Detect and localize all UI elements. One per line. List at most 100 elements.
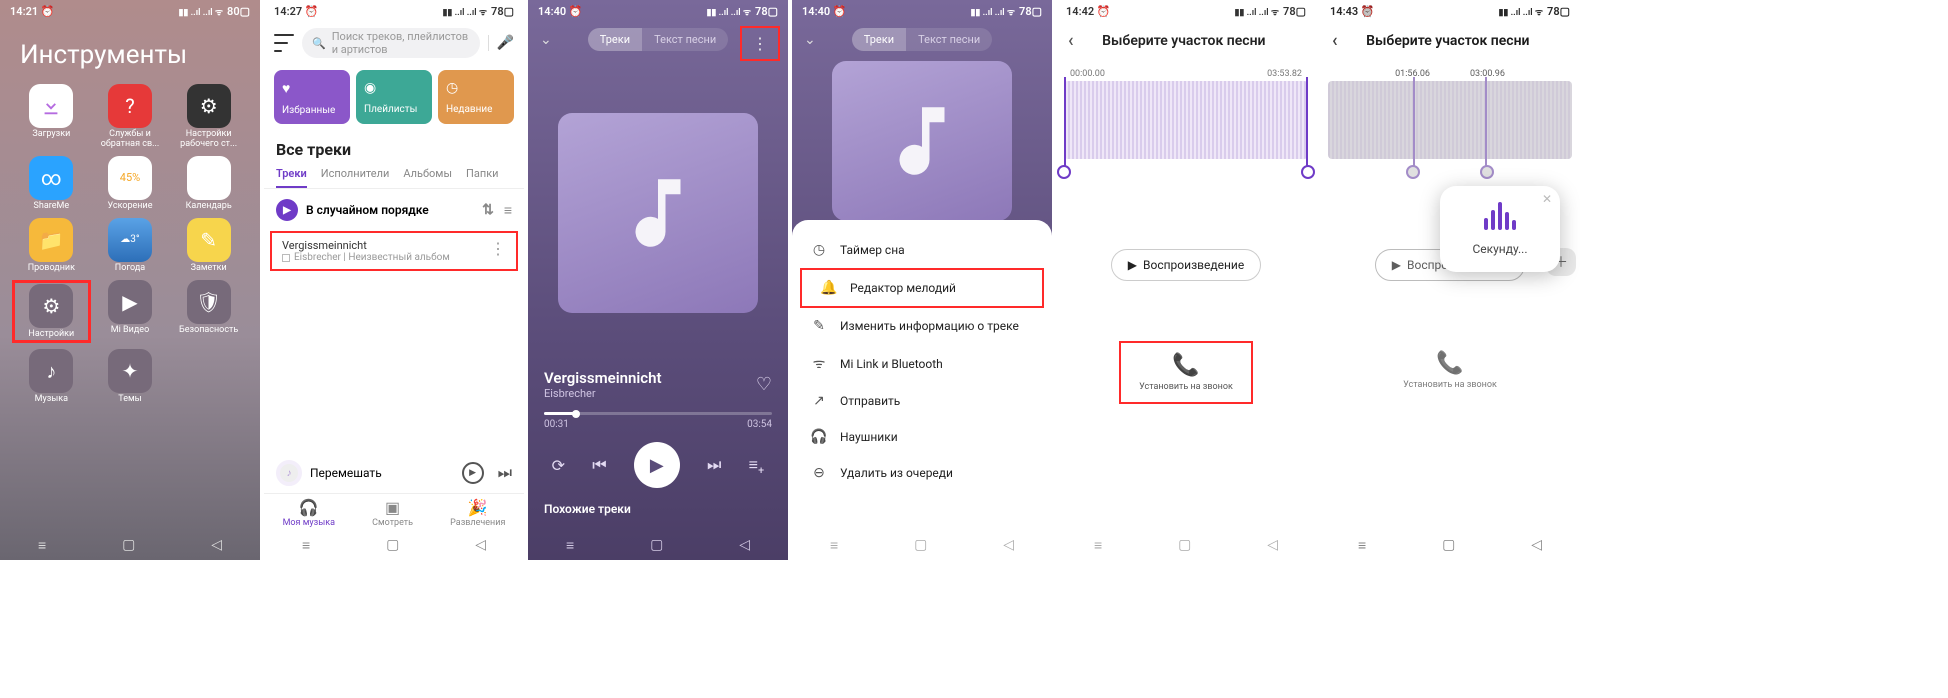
- app-themes[interactable]: ✦Темы: [91, 349, 170, 405]
- shuffle-row[interactable]: ▶ В случайном порядке ⇅≡: [264, 189, 524, 231]
- trim-handle-right[interactable]: [1485, 77, 1487, 175]
- recents-icon[interactable]: ≡: [1094, 537, 1102, 554]
- android-navbar[interactable]: ≡ ▢ ◁: [528, 530, 788, 560]
- list-icon[interactable]: ≡: [504, 202, 512, 219]
- menu-headphones[interactable]: 🎧Наушники: [792, 419, 1052, 455]
- trim-handle-left[interactable]: [1413, 77, 1415, 175]
- play-button[interactable]: ▶: [462, 462, 484, 484]
- play-button[interactable]: ▶: [634, 442, 680, 488]
- tab-artists[interactable]: Исполнители: [321, 167, 390, 188]
- tab-tracks[interactable]: Треки: [852, 28, 906, 51]
- recents-icon[interactable]: ≡: [302, 537, 310, 554]
- nav-fun[interactable]: 🎉Развлечения: [450, 498, 505, 528]
- android-navbar[interactable]: ≡ ▢ ◁: [1056, 530, 1316, 560]
- back-icon[interactable]: ‹: [1068, 30, 1074, 51]
- next-icon[interactable]: ⏭: [498, 463, 512, 483]
- home-icon[interactable]: ▢: [1178, 537, 1191, 553]
- android-navbar[interactable]: ≡ ▢ ◁: [792, 530, 1052, 560]
- app-notes[interactable]: ✎Заметки: [169, 218, 248, 274]
- trim-knob-right[interactable]: [1480, 165, 1494, 179]
- tab-lyrics[interactable]: Текст песни: [642, 28, 728, 51]
- app-mivideo[interactable]: ▶Mi Видео: [91, 280, 170, 344]
- trim-end: 03:53.82: [1267, 69, 1302, 79]
- menu-edit-info[interactable]: ✎Изменить информацию о треке: [792, 308, 1052, 344]
- filter-icon[interactable]: [274, 34, 294, 52]
- tab-folders[interactable]: Папки: [466, 167, 498, 188]
- play-button[interactable]: ▶Воспроизведение: [1111, 249, 1261, 281]
- recents-icon[interactable]: ≡: [1358, 537, 1366, 554]
- back-icon[interactable]: ‹: [1332, 30, 1338, 51]
- app-wallpaper-settings[interactable]: ⚙Настройки рабочего ст...: [169, 84, 248, 150]
- trim-knob-left[interactable]: [1057, 165, 1071, 179]
- trim-handle-left[interactable]: [1064, 77, 1066, 175]
- back-icon[interactable]: ◁: [739, 537, 750, 553]
- tab-tracks[interactable]: Треки: [276, 167, 307, 188]
- menu-remove-queue[interactable]: ⊖Удалить из очереди: [792, 455, 1052, 491]
- home-icon[interactable]: ▢: [650, 537, 663, 553]
- track-row[interactable]: ⋮ Vergissmeinnicht Eisbrecher | Неизвест…: [270, 231, 518, 271]
- more-icon[interactable]: ⋮: [490, 239, 506, 258]
- heart-icon[interactable]: ♡: [756, 374, 772, 395]
- android-navbar[interactable]: ≡ ▢ ◁: [0, 530, 260, 560]
- set-ringtone-button[interactable]: 📞 Установить на звонок: [1119, 341, 1253, 404]
- home-icon[interactable]: ▢: [386, 537, 399, 553]
- recents-icon[interactable]: ≡: [38, 537, 46, 554]
- back-icon[interactable]: ◁: [211, 537, 222, 553]
- android-navbar[interactable]: ≡ ▢ ◁: [264, 530, 524, 560]
- search-input[interactable]: 🔍Поиск треков, плейлистов и артистов: [302, 28, 480, 58]
- tab-tracks[interactable]: Треки: [588, 28, 642, 51]
- tab-lyrics[interactable]: Текст песни: [906, 28, 992, 51]
- waveform[interactable]: [1064, 81, 1308, 159]
- prev-icon[interactable]: ⏮: [592, 455, 606, 475]
- app-settings[interactable]: ⚙Настройки: [12, 280, 91, 344]
- trim-knob-left[interactable]: [1406, 165, 1420, 179]
- set-ringtone-button[interactable]: 📞 Установить на звонок: [1385, 341, 1515, 400]
- recents-icon[interactable]: ≡: [566, 537, 574, 554]
- trim-knob-right[interactable]: [1301, 165, 1315, 179]
- app-files[interactable]: 📁Проводник: [12, 218, 91, 274]
- home-icon[interactable]: ▢: [122, 537, 135, 553]
- mini-player[interactable]: ♪ Перемешать ▶⏭: [264, 453, 524, 493]
- menu-share[interactable]: ↗Отправить: [792, 383, 1052, 419]
- app-calendar[interactable]: WED2Календарь: [169, 156, 248, 212]
- home-icon[interactable]: ▢: [914, 537, 927, 553]
- folder-title: Инструменты: [0, 22, 260, 84]
- menu-ringtone-editor[interactable]: 🔔Редактор мелодий: [800, 268, 1044, 308]
- chevron-down-icon[interactable]: ⌄: [540, 32, 552, 48]
- app-music[interactable]: ♪Музыка: [12, 349, 91, 405]
- app-weather[interactable]: ☁3°Погода: [91, 218, 170, 274]
- progress-slider[interactable]: [544, 412, 772, 415]
- app-shareme[interactable]: ∞ShareMe: [12, 156, 91, 212]
- sort-icon[interactable]: ⇅: [482, 202, 494, 219]
- next-icon[interactable]: ⏭: [707, 455, 721, 475]
- waveform[interactable]: [1328, 81, 1572, 159]
- app-downloads[interactable]: Загрузки: [12, 84, 91, 150]
- chip-recents[interactable]: ◷Недавние: [438, 70, 514, 124]
- close-icon[interactable]: ✕: [1542, 192, 1552, 206]
- recents-icon[interactable]: ≡: [830, 537, 838, 554]
- menu-milink[interactable]: ᯤMi Link и Bluetooth: [792, 344, 1052, 383]
- queue-icon[interactable]: ≡₊: [749, 455, 765, 475]
- view-toggle[interactable]: ТрекиТекст песни: [588, 28, 728, 51]
- home-icon[interactable]: ▢: [1442, 537, 1455, 553]
- app-security[interactable]: 🛡Безопасность: [169, 280, 248, 344]
- android-navbar[interactable]: ≡ ▢ ◁: [1320, 530, 1580, 560]
- view-toggle[interactable]: ТрекиТекст песни: [852, 28, 992, 51]
- nav-watch[interactable]: ▣Смотреть: [372, 498, 413, 528]
- tab-albums[interactable]: Альбомы: [403, 167, 452, 188]
- chip-playlists[interactable]: ◉Плейлисты: [356, 70, 432, 124]
- back-icon[interactable]: ◁: [475, 537, 486, 553]
- app-feedback[interactable]: ?Службы и обратная св...: [91, 84, 170, 150]
- more-button[interactable]: ⋮: [740, 26, 780, 61]
- back-icon[interactable]: ◁: [1267, 537, 1278, 553]
- repeat-icon[interactable]: ⟳: [552, 456, 565, 475]
- app-cleaner[interactable]: 45%Ускорение: [91, 156, 170, 212]
- chip-favorites[interactable]: ♥Избранные: [274, 70, 350, 124]
- back-icon[interactable]: ◁: [1003, 537, 1014, 553]
- chevron-down-icon[interactable]: ⌄: [804, 32, 816, 48]
- nav-mymusic[interactable]: 🎧Моя музыка: [283, 498, 335, 528]
- mic-icon[interactable]: 🎤: [488, 35, 514, 51]
- menu-sleep-timer[interactable]: ◷Таймер сна: [792, 232, 1052, 268]
- back-icon[interactable]: ◁: [1531, 537, 1542, 553]
- trim-handle-right[interactable]: [1306, 77, 1308, 175]
